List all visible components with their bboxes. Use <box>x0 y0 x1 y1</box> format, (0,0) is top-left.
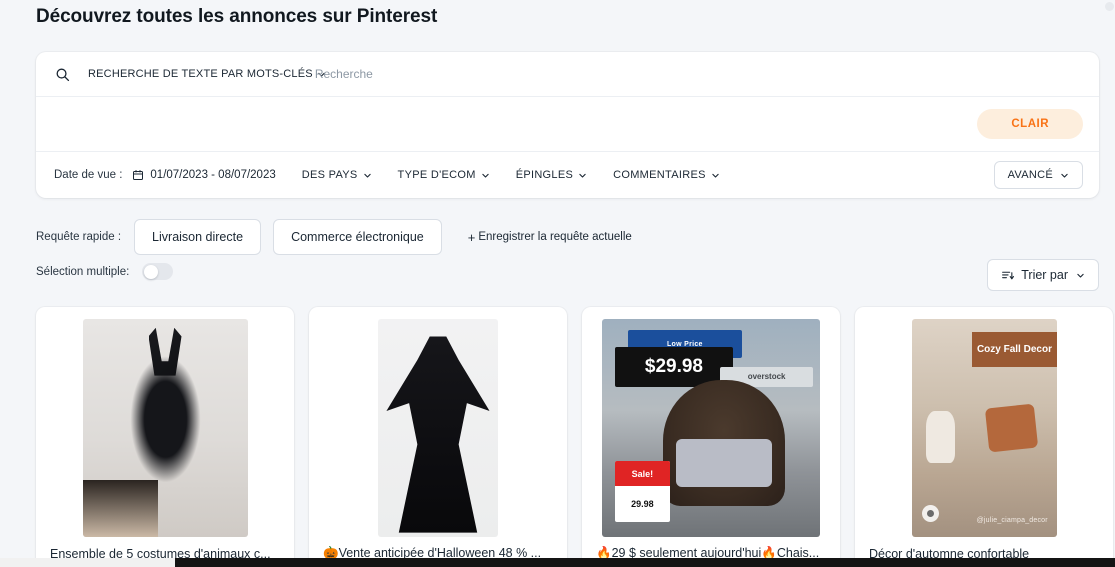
advanced-filter-label: AVANCÉ <box>1007 169 1053 181</box>
chevron-down-icon <box>481 171 490 180</box>
quick-query-chip-dropshipping[interactable]: Livraison directe <box>134 219 262 255</box>
filter-des-pays[interactable]: DES PAYS <box>302 169 372 181</box>
keyword-mode-select[interactable]: RECHERCHE DE TEXTE PAR MOTS-CLÉS <box>88 68 326 80</box>
pin-overlay-sale-label: Sale! <box>615 460 670 487</box>
pin-overlay-pillow-shape <box>984 403 1039 453</box>
sort-icon <box>1001 269 1015 282</box>
calendar-icon[interactable] <box>132 169 144 181</box>
filter-type-decom-label: TYPE D'ECOM <box>397 169 476 181</box>
filter-epingles[interactable]: ÉPINGLES <box>516 169 587 181</box>
horizontal-scrollbar[interactable] <box>0 558 1115 567</box>
filters-row: Date de vue : 01/07/2023 - 08/07/2023 DE… <box>36 152 1099 198</box>
search-filter-panel: RECHERCHE DE TEXTE PAR MOTS-CLÉS CLAIR D… <box>36 52 1099 198</box>
pin-image <box>82 319 248 537</box>
pin-overlay-sale-tag: Sale! 29.98 <box>615 460 670 522</box>
pin-card[interactable]: Ensemble de 5 costumes d'animaux c... <box>36 307 294 567</box>
pin-image: Cozy Fall Decor @julie_ciampa_decor <box>911 319 1057 537</box>
clear-button[interactable]: CLAIR <box>977 109 1083 139</box>
vertical-scrollbar-nub[interactable] <box>1105 2 1114 11</box>
filter-des-pays-label: DES PAYS <box>301 169 358 181</box>
filter-commentaires[interactable]: COMMENTAIRES <box>613 169 720 181</box>
filter-type-decom[interactable]: TYPE D'ECOM <box>398 169 490 181</box>
pin-overlay-handle: @julie_ciampa_decor <box>976 516 1048 524</box>
chevron-down-icon <box>1060 171 1069 180</box>
plus-icon: + <box>467 229 476 245</box>
date-range-value[interactable]: 01/07/2023 - 08/07/2023 <box>150 169 275 181</box>
horizontal-scrollbar-thumb[interactable] <box>175 558 1115 567</box>
pin-card[interactable]: Low Price $29.98 overstock Sale! 29.98 🔥… <box>582 307 840 567</box>
pin-card-grid: Ensemble de 5 costumes d'animaux c... 🎃V… <box>36 307 1115 567</box>
pin-overlay-sale-price: 29.98 <box>631 499 654 510</box>
keyword-mode-label: RECHERCHE DE TEXTE PAR MOTS-CLÉS <box>88 68 313 80</box>
chevron-down-icon <box>363 171 372 180</box>
pin-image: Low Price $29.98 overstock Sale! 29.98 <box>602 319 820 537</box>
chevron-down-icon <box>578 171 587 180</box>
sort-by-label: Trier par <box>1021 268 1068 282</box>
search-icon[interactable] <box>52 64 72 84</box>
pin-card[interactable]: 🎃Vente anticipée d'Halloween 48 % ... <box>309 307 567 567</box>
page-title: Découvrez toutes les annonces sur Pinter… <box>36 6 438 27</box>
keyword-search-row: RECHERCHE DE TEXTE PAR MOTS-CLÉS <box>36 52 1099 97</box>
quick-query-chip-ecommerce[interactable]: Commerce électronique <box>273 219 442 255</box>
quick-query-row: Requête rapide : Livraison directe Comme… <box>36 219 632 255</box>
chevron-down-icon <box>1076 271 1085 280</box>
pin-image <box>378 319 498 537</box>
multi-select-label: Sélection multiple: <box>36 265 130 278</box>
pin-overlay-vase-shape <box>926 410 955 463</box>
sort-by-button[interactable]: Trier par <box>987 259 1099 291</box>
date-filter-label: Date de vue : <box>54 169 123 181</box>
multi-select-row: Sélection multiple: <box>36 263 174 280</box>
pin-card[interactable]: Cozy Fall Decor @julie_ciampa_decor Déco… <box>855 307 1113 567</box>
save-current-query-button[interactable]: + Enregistrer la requête actuelle <box>468 231 632 244</box>
quick-query-label: Requête rapide : <box>36 231 122 243</box>
clear-row: CLAIR <box>36 97 1099 152</box>
chevron-down-icon <box>711 171 720 180</box>
multi-select-toggle[interactable] <box>142 263 174 280</box>
advanced-filter-button[interactable]: AVANCÉ <box>993 161 1083 189</box>
search-input[interactable] <box>314 52 675 96</box>
pin-overlay-cushion-shape <box>676 438 773 487</box>
pin-overlay-watermark-icon <box>921 504 939 522</box>
filter-epingles-label: ÉPINGLES <box>515 169 574 181</box>
save-current-query-label: Enregistrer la requête actuelle <box>478 231 632 243</box>
filter-commentaires-label: COMMENTAIRES <box>613 169 706 181</box>
pin-overlay-badge: Cozy Fall Decor <box>972 332 1057 367</box>
toggle-knob <box>144 264 159 279</box>
